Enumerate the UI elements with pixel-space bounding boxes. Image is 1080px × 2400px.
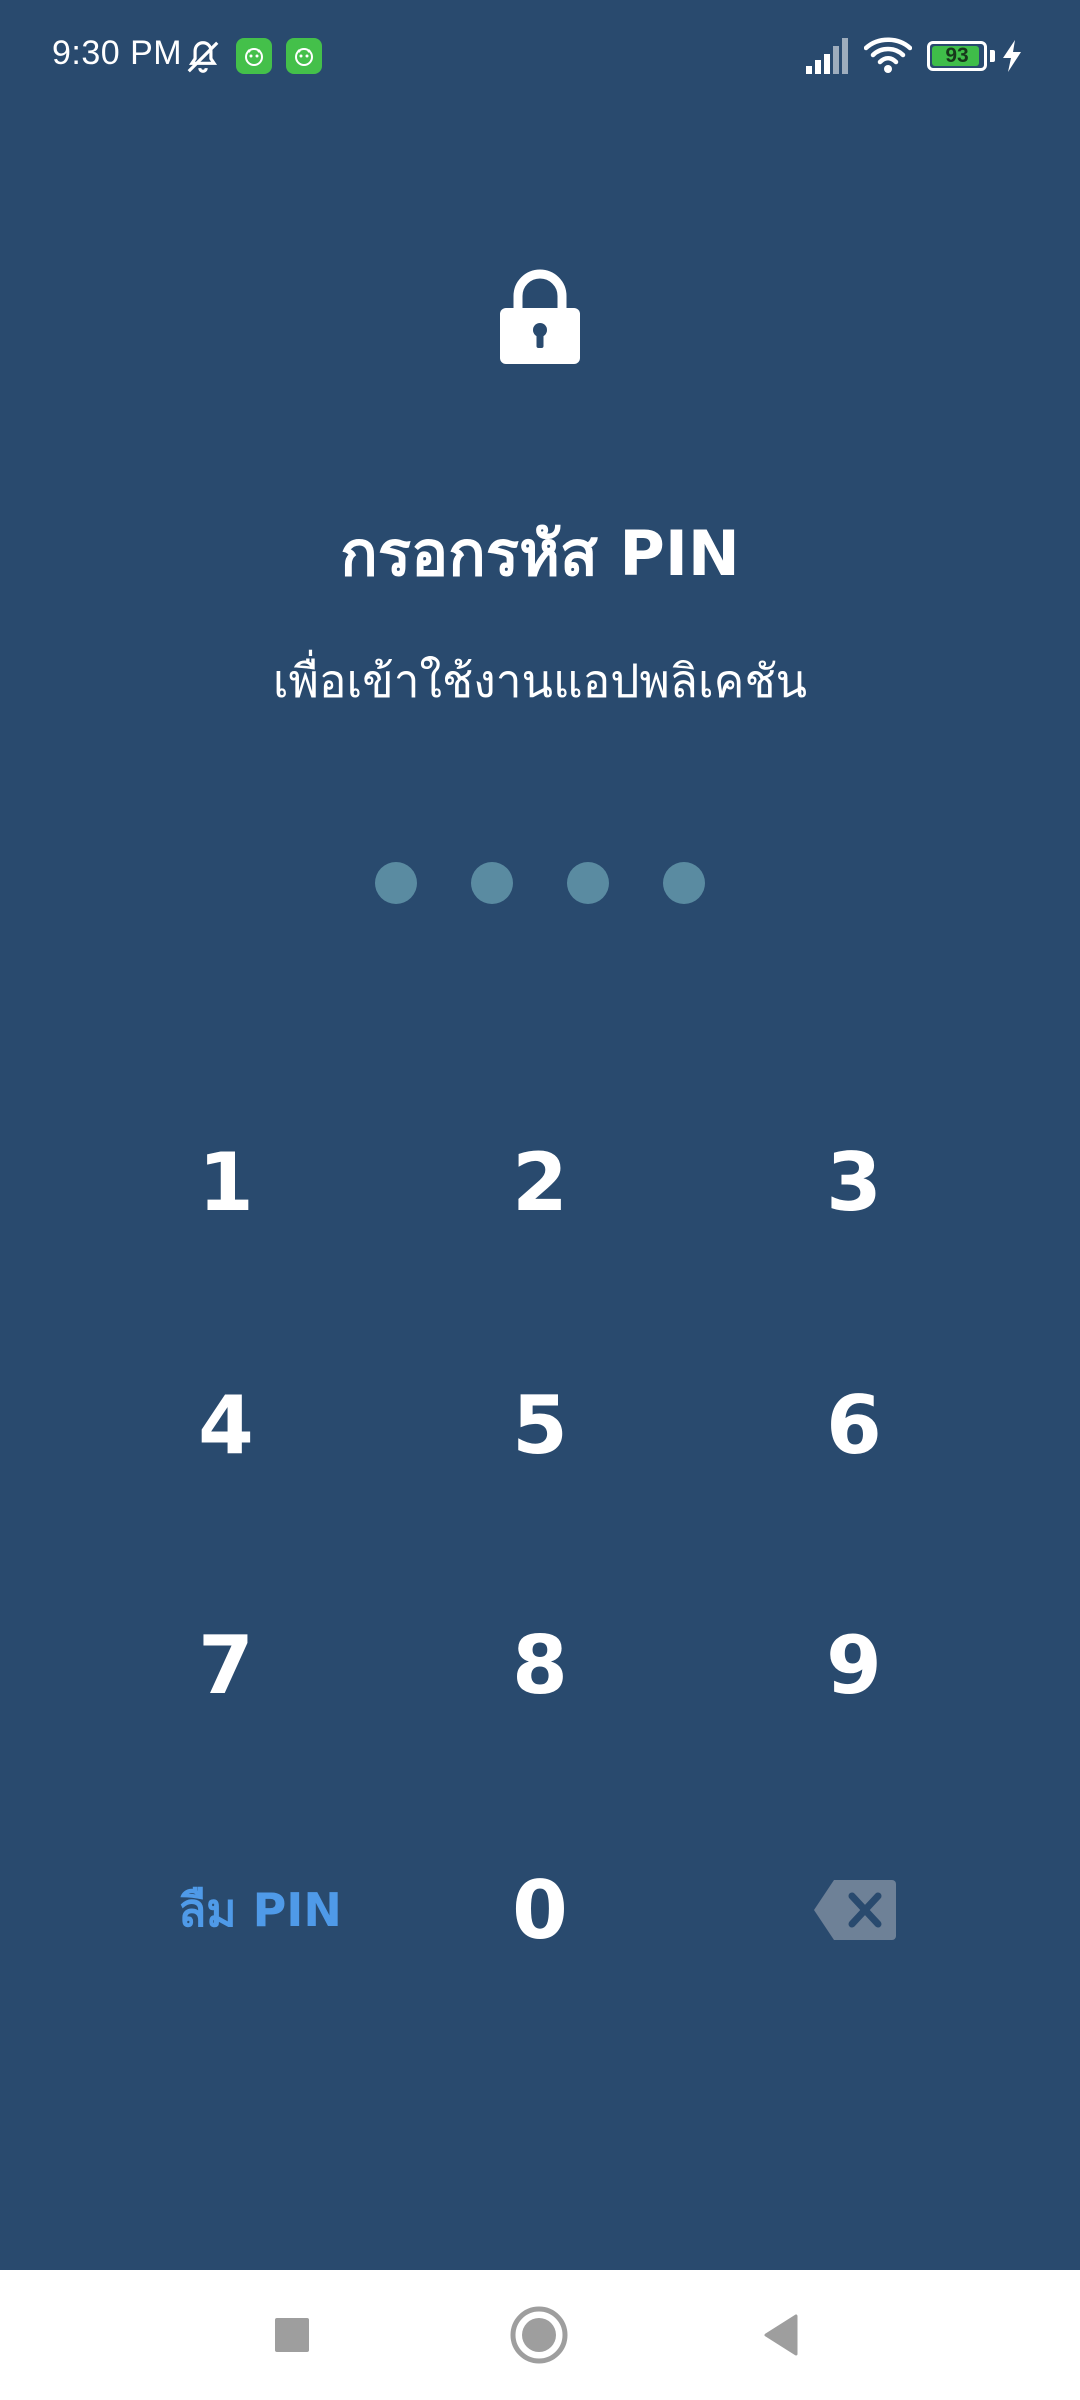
backspace-button[interactable]: [780, 1835, 930, 1985]
recents-icon[interactable]: [262, 2305, 322, 2365]
key-4[interactable]: 4: [126, 1350, 326, 1500]
key-7[interactable]: 7: [126, 1590, 326, 1740]
key-6[interactable]: 6: [754, 1350, 954, 1500]
keypad: 1 2 3 4 5 6 7 8 9 ลืม PIN 0: [0, 0, 1080, 2270]
back-icon[interactable]: [752, 2305, 812, 2365]
navigation-bar: [0, 2270, 1080, 2400]
key-0[interactable]: 0: [440, 1835, 640, 1985]
key-5[interactable]: 5: [440, 1350, 640, 1500]
backspace-icon: [814, 1880, 896, 1940]
key-3[interactable]: 3: [754, 1107, 954, 1257]
key-2[interactable]: 2: [440, 1107, 640, 1257]
key-8[interactable]: 8: [440, 1590, 640, 1740]
key-1[interactable]: 1: [126, 1107, 326, 1257]
home-icon[interactable]: [507, 2303, 571, 2367]
key-9[interactable]: 9: [754, 1590, 954, 1740]
forgot-pin-button[interactable]: ลืม PIN: [140, 1870, 380, 1950]
